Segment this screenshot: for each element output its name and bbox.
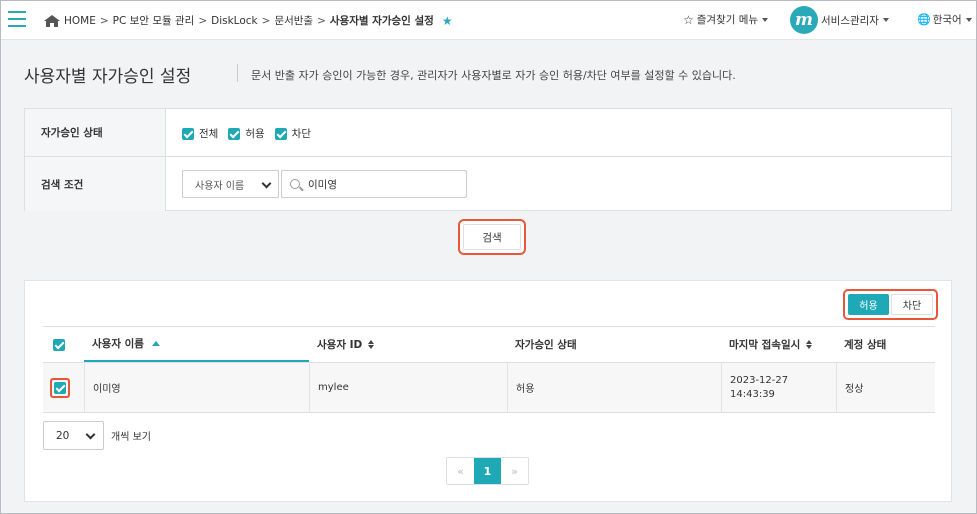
- search-value: 이미영: [308, 178, 337, 191]
- column-label: 마지막 접속일시: [729, 339, 801, 351]
- status-allow-checkbox[interactable]: 허용: [228, 126, 265, 141]
- sort-asc-icon: [151, 341, 160, 346]
- column-last-login[interactable]: 마지막 접속일시: [729, 327, 813, 362]
- user-label: 서비스관리자: [821, 14, 879, 27]
- language-label: 한국어: [932, 14, 962, 26]
- breadcrumb: HOME > PC 보안 모듈 관리 > DiskLock > 문서반출 > 사…: [44, 13, 453, 28]
- star-icon[interactable]: ★: [442, 14, 453, 28]
- caret-down-icon: [965, 17, 972, 22]
- column-account-status: 계정 상태: [844, 327, 886, 362]
- column-label: 사용자 이름: [92, 338, 144, 350]
- breadcrumb-separator: >: [198, 14, 208, 27]
- action-buttons: 허용 차단: [843, 289, 938, 320]
- globe-icon: 🌐: [917, 13, 931, 26]
- cell-approval-status: 허용: [507, 363, 721, 412]
- checkbox-checked-icon: [228, 127, 241, 140]
- menu-icon[interactable]: [8, 11, 26, 27]
- page-title: 사용자별 자가승인 설정: [24, 67, 192, 87]
- status-all-checkbox[interactable]: 전체: [182, 126, 218, 141]
- last-login-time: 14:43:39: [730, 389, 775, 400]
- page-size-select[interactable]: 20: [43, 421, 104, 450]
- star-outline-icon: ☆: [683, 12, 694, 27]
- user-menu[interactable]: m 서비스관리자: [790, 6, 889, 34]
- status-label: 자가승인 상태: [25, 109, 166, 156]
- prev-page-button[interactable]: «: [447, 458, 474, 484]
- condition-select[interactable]: 사용자 이름: [182, 170, 279, 198]
- block-button[interactable]: 차단: [891, 294, 933, 315]
- condition-label: 검색 조건: [25, 157, 166, 211]
- sort-icon: [806, 340, 813, 349]
- cell-user-id: mylee: [309, 363, 507, 412]
- page-description: 문서 반출 자가 승인이 가능한 경우, 관리자가 사용자별로 자가 승인 허용…: [251, 69, 736, 82]
- language-menu[interactable]: 🌐 한국어: [917, 12, 972, 27]
- select-all-checkbox[interactable]: [53, 327, 70, 362]
- column-approval-status: 자가승인 상태: [515, 327, 577, 362]
- search-button-label: 검색: [463, 224, 521, 250]
- cell-user-name: 이미영: [84, 363, 309, 412]
- column-label: 자가승인 상태: [515, 339, 577, 351]
- checkbox-checked-icon: [182, 127, 194, 140]
- caret-down-icon: [762, 17, 769, 22]
- last-login-date: 2023-12-27: [730, 375, 789, 386]
- checkbox-label: 전체: [199, 128, 219, 140]
- column-user-name[interactable]: 사용자 이름: [84, 327, 309, 362]
- page-size-label: 개씩 보기: [111, 432, 151, 443]
- cell-account-status: 정상: [836, 363, 935, 412]
- breadcrumb-current: 사용자별 자가승인 설정: [329, 15, 434, 27]
- caret-down-icon: [882, 18, 889, 22]
- next-page-button[interactable]: »: [501, 458, 528, 484]
- breadcrumb-separator: >: [99, 14, 109, 27]
- top-bar: HOME > PC 보안 모듈 관리 > DiskLock > 문서반출 > 사…: [0, 0, 977, 40]
- condition-select-value: 사용자 이름: [195, 180, 245, 192]
- checkbox-label: 차단: [291, 128, 311, 140]
- breadcrumb-separator: >: [261, 14, 271, 27]
- favorites-menu[interactable]: ☆ 즐겨찾기 메뉴: [683, 12, 769, 27]
- cell-last-login: 2023-12-27 14:43:39: [721, 363, 836, 412]
- pagination: « 1 »: [446, 457, 529, 485]
- sort-icon: [368, 340, 375, 349]
- table-row[interactable]: 이미영 mylee 허용 2023-12-27 14:43:39 정상: [43, 363, 935, 413]
- favorites-label: 즐겨찾기 메뉴: [696, 14, 759, 26]
- checkbox-checked-icon: [53, 338, 65, 351]
- breadcrumb-disklock[interactable]: DiskLock: [211, 15, 258, 27]
- search-icon: [290, 179, 300, 189]
- status-block-checkbox[interactable]: 차단: [274, 126, 311, 141]
- chevron-down-icon: [85, 429, 96, 440]
- title-divider: [237, 64, 238, 82]
- breadcrumb-pc-security[interactable]: PC 보안 모듈 관리: [113, 13, 195, 28]
- page-button-current[interactable]: 1: [474, 458, 501, 484]
- search-input[interactable]: 이미영: [281, 170, 467, 198]
- breadcrumb-export[interactable]: 문서반출: [274, 13, 313, 28]
- column-user-id[interactable]: 사용자 ID: [317, 327, 375, 362]
- results-panel: 허용 차단 사용자 이름 사용자 ID 자가승인 상태 마지막 접속일시 계정 …: [24, 280, 952, 502]
- breadcrumb-home[interactable]: HOME: [64, 15, 96, 27]
- checkbox-checked-icon: [274, 127, 287, 140]
- home-icon[interactable]: [44, 14, 60, 27]
- filter-row-condition: 검색 조건 사용자 이름 이미영: [25, 157, 951, 211]
- filter-row-status: 자가승인 상태 전체 허용 차단: [25, 109, 951, 157]
- checkbox-label: 허용: [245, 128, 265, 140]
- row-checkbox[interactable]: [50, 363, 70, 412]
- avatar: m: [790, 6, 818, 34]
- checkbox-checked-icon: [54, 381, 66, 394]
- filter-panel: 자가승인 상태 전체 허용 차단 검색 조건 사용자 이름 이미영: [24, 108, 952, 211]
- allow-button[interactable]: 허용: [848, 294, 889, 315]
- table-header: 사용자 이름 사용자 ID 자가승인 상태 마지막 접속일시 계정 상태: [43, 326, 935, 363]
- column-label: 계정 상태: [844, 339, 887, 351]
- column-label: 사용자 ID: [317, 339, 363, 351]
- breadcrumb-separator: >: [317, 14, 326, 27]
- page-size-value: 20: [56, 429, 70, 442]
- search-button[interactable]: 검색: [458, 219, 526, 255]
- chevron-down-icon: [261, 178, 272, 189]
